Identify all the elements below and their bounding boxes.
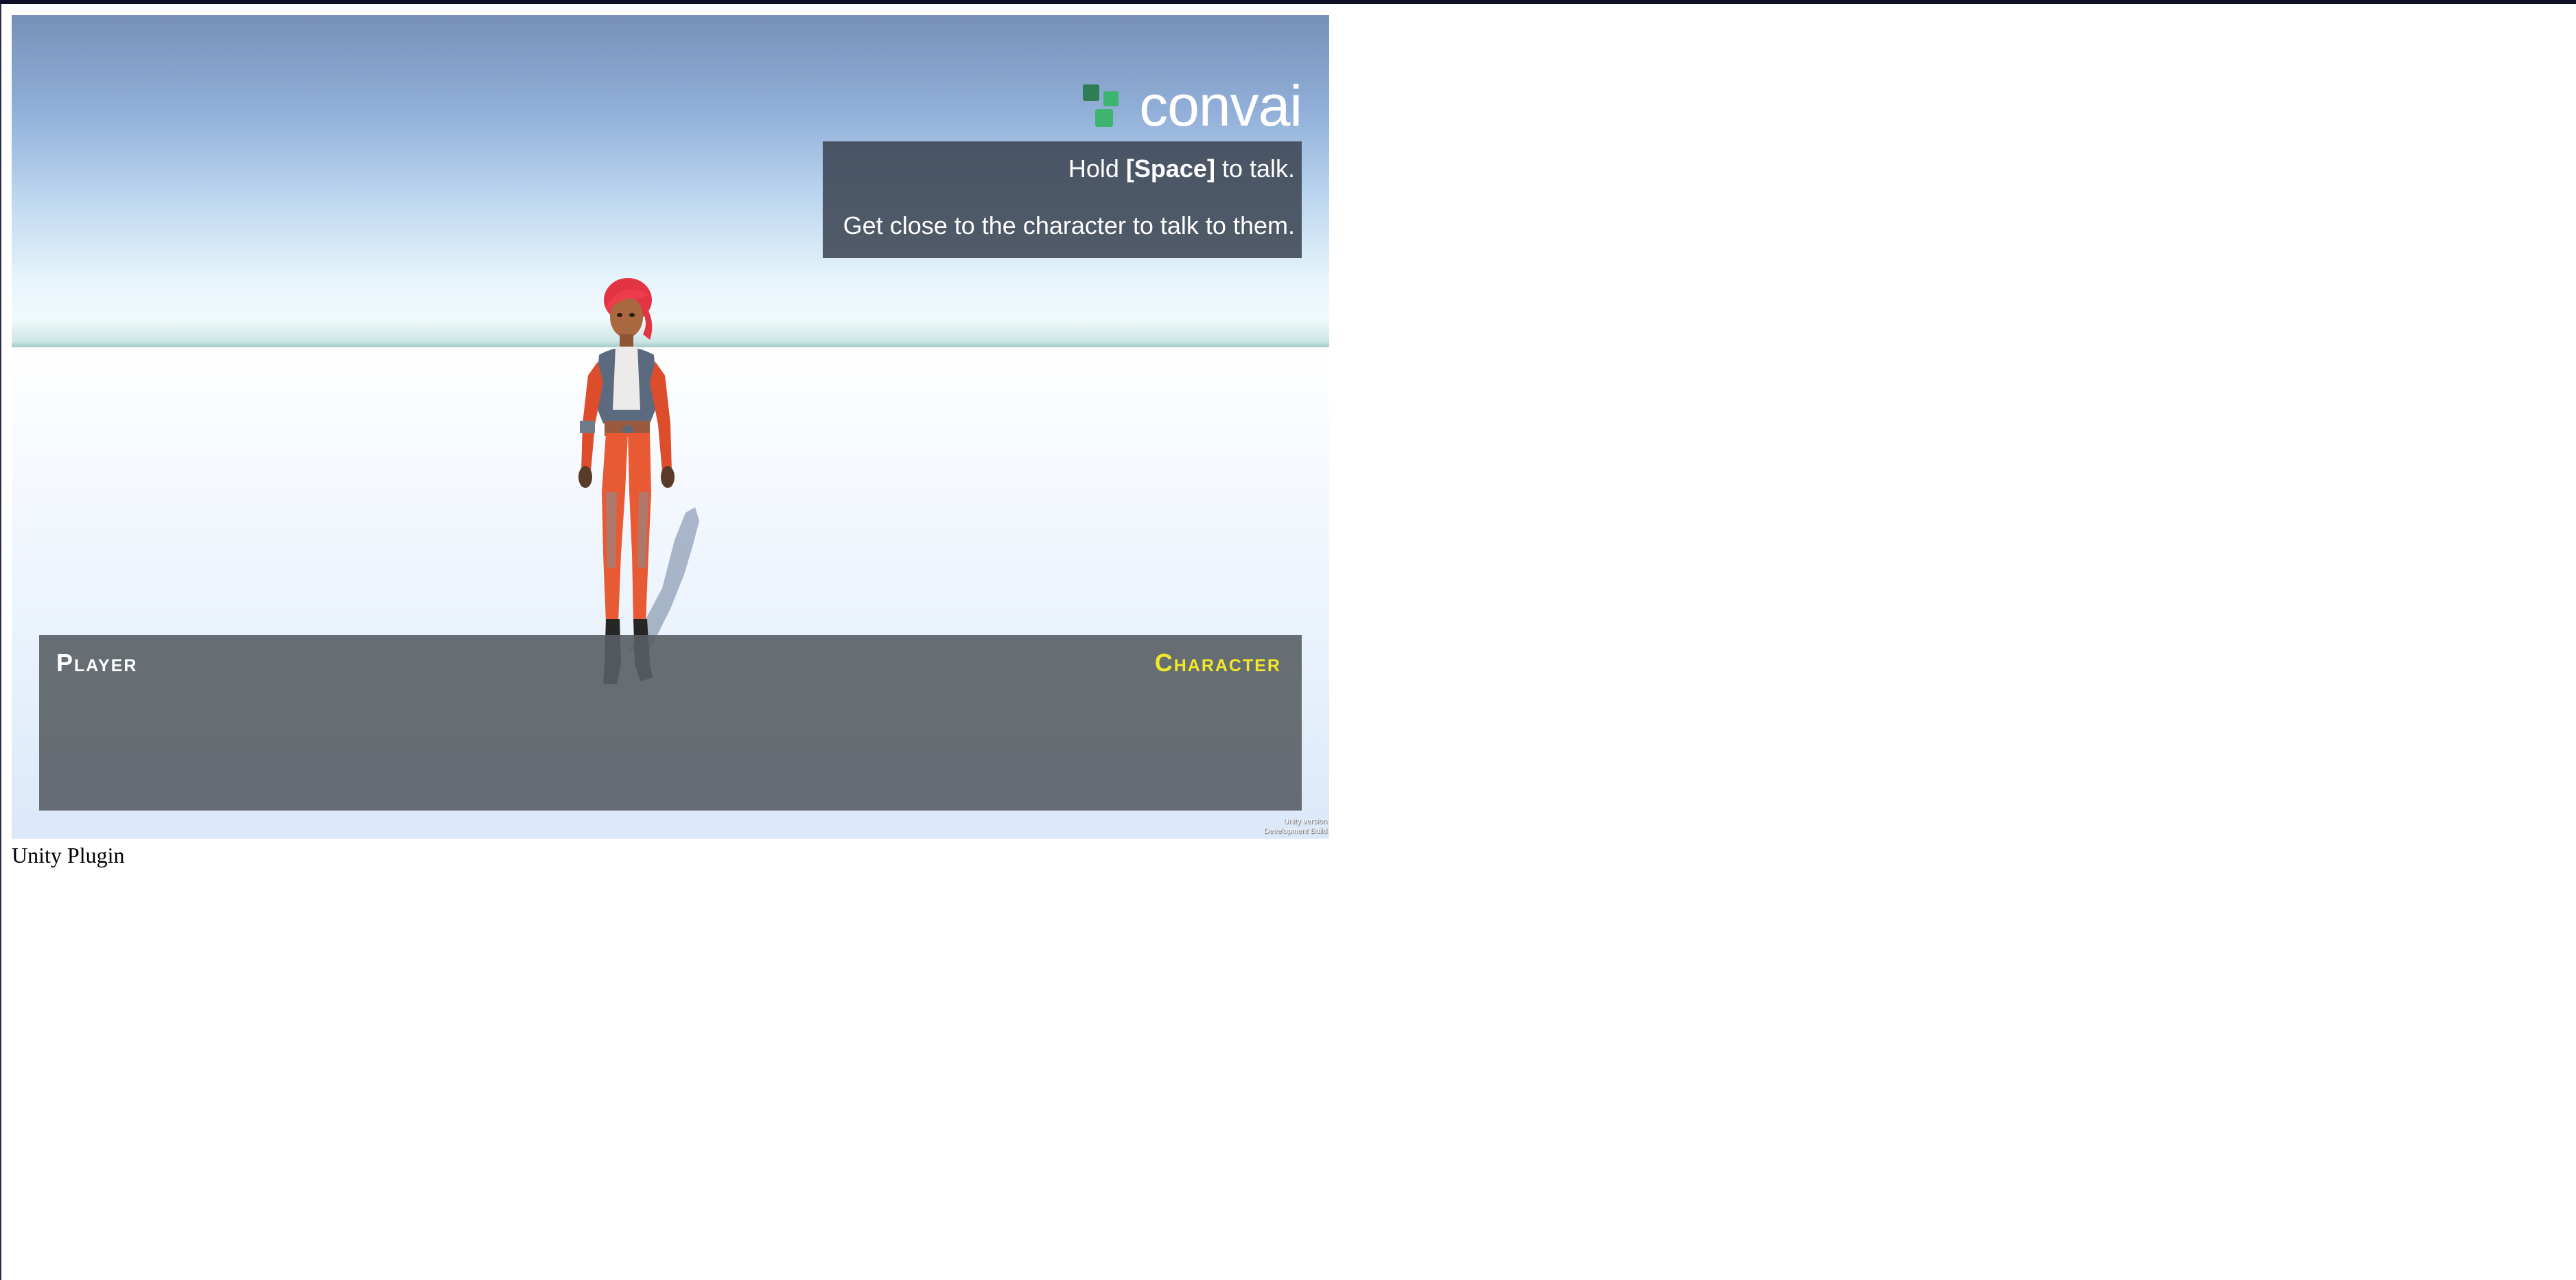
talk-instruction-suffix: to talk.: [1215, 154, 1295, 183]
character-speaker-label: Character: [1154, 649, 1281, 677]
character-right-arm: [650, 362, 672, 472]
convai-logo-text: convai: [1139, 73, 1302, 138]
convai-logo: convai: [1083, 65, 1302, 147]
npc-character[interactable]: [540, 266, 725, 691]
player-speaker-label: Player: [56, 649, 138, 677]
page-caption: Unity Plugin: [12, 843, 125, 868]
convai-logo-icon: [1083, 84, 1119, 127]
space-key-label: [Space]: [1125, 154, 1215, 183]
window-left-border: [0, 4, 1, 1280]
proximity-instruction: Get close to the character to talk to th…: [843, 211, 1295, 240]
instructions-panel: Hold [Space] to talk. Get close to the c…: [823, 141, 1302, 258]
dialogue-panel: Player Character: [39, 635, 1302, 811]
development-build-label: Development Build: [1263, 827, 1327, 835]
character-left-arm: [581, 362, 603, 472]
talk-instruction: Hold [Space] to talk.: [836, 152, 1295, 185]
unity-game-canvas[interactable]: convai Hold [Space] to talk. Get close t…: [12, 15, 1329, 839]
window-top-border: [0, 0, 2576, 4]
talk-instruction-prefix: Hold: [1068, 154, 1126, 183]
unity-version-label: Unity version: [1283, 817, 1327, 826]
development-build-watermark: Unity version Development Build: [1264, 817, 1327, 836]
